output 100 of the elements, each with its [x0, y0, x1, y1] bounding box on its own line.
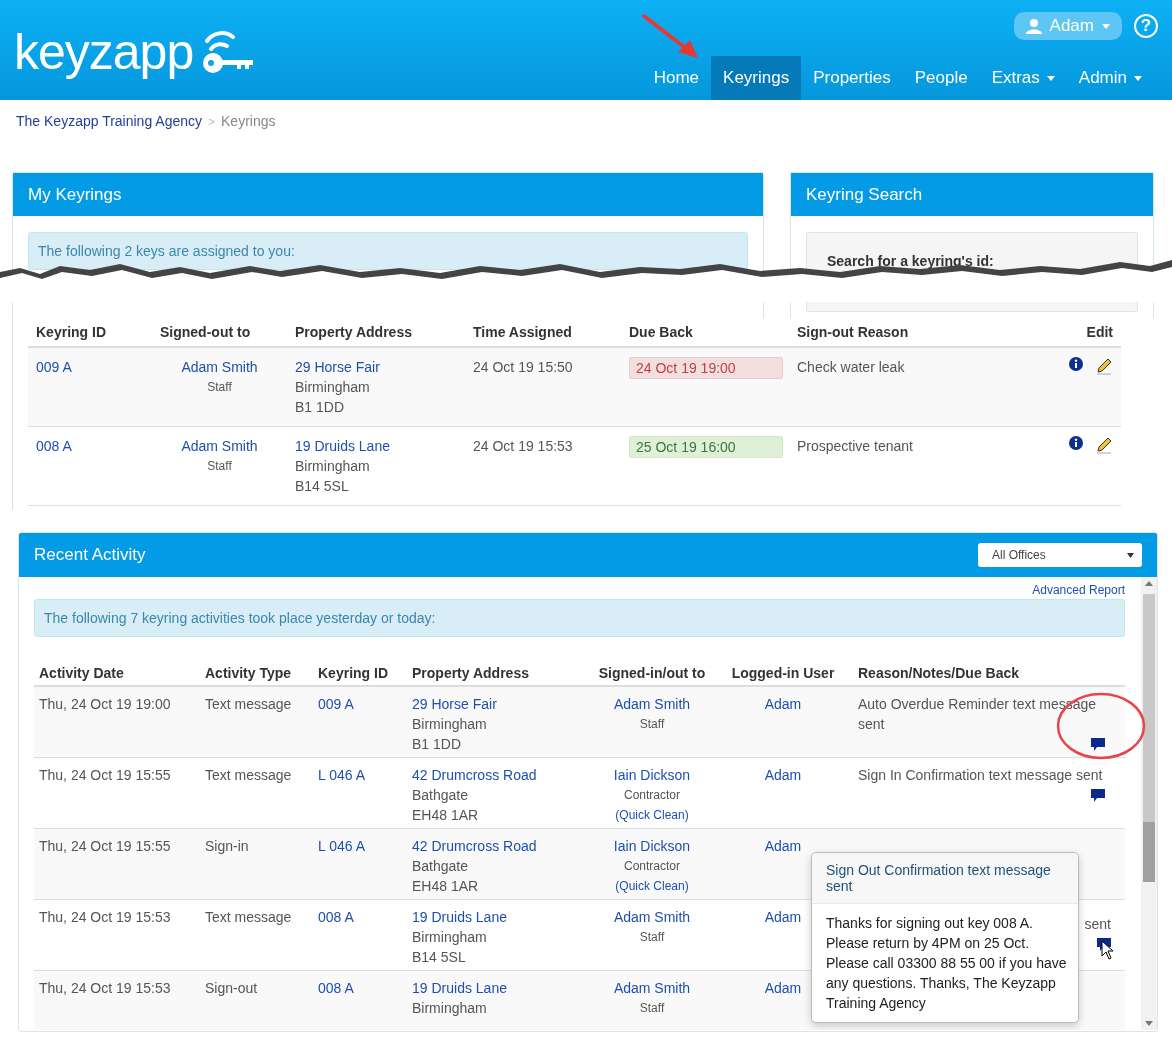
table-cell-text: Thu, 24 Oct 19 19:00	[39, 695, 172, 714]
person-role: Contractor	[624, 858, 680, 875]
company-link[interactable]: (Quick Clean)	[615, 805, 689, 825]
caret-icon	[1134, 75, 1142, 81]
cursor-icon	[1101, 940, 1115, 960]
panel-title: My Keyrings	[28, 184, 122, 205]
person-link[interactable]: Iain Dickson	[613, 765, 691, 785]
keyring-id-link[interactable]: 009 A	[36, 357, 144, 377]
scroll-down-icon[interactable]	[1145, 1021, 1153, 1026]
person-link[interactable]: Adam Smith	[613, 907, 691, 927]
address-line: Birmingham	[295, 378, 371, 397]
address-link[interactable]: 19 Druids Lane	[412, 978, 586, 998]
panel-title: Recent Activity	[34, 545, 146, 565]
person-role: Staff	[207, 458, 232, 475]
address-line: B1 1DD	[412, 735, 463, 754]
person-link[interactable]: Iain Dickson	[613, 836, 691, 856]
table-cell-text: 24 Oct 19 15:50	[473, 358, 574, 377]
address-link[interactable]: 29 Horse Fair	[412, 694, 586, 714]
popover-text: Thanks for signing out key 008 A. Please return by 4PM on 25 Oct. Please call 03300 88 55 00 if you have any questions. Thanks, The Keyzapp Training Agency	[825, 914, 1068, 1013]
user-link[interactable]: Adam	[764, 907, 802, 927]
person-role: Staff	[639, 929, 665, 946]
user-link[interactable]: Adam	[764, 694, 802, 714]
table-cell-text: Text message	[205, 695, 293, 714]
person-link[interactable]: Adam Smith	[181, 436, 258, 456]
table-cell-text: Prospective tenant	[797, 437, 914, 456]
column-header: Logged-in User	[730, 663, 836, 683]
address-line: Birmingham	[295, 457, 371, 476]
column-header: Time Assigned	[472, 323, 573, 342]
pencil-icon[interactable]	[1095, 436, 1113, 454]
table-cell-text: Check water leak	[797, 358, 906, 377]
table-cell-text: sent	[1084, 915, 1111, 934]
address-link[interactable]: 19 Druids Lane	[412, 907, 586, 927]
user-link[interactable]: Adam	[764, 978, 802, 998]
address-line: Bathgate	[412, 786, 470, 805]
person-role: Staff	[639, 1000, 665, 1017]
address-line: Birmingham	[412, 715, 488, 734]
user-icon	[1025, 18, 1042, 34]
speech-bubble-icon[interactable]	[1091, 789, 1105, 802]
address-line: Birmingham	[412, 928, 488, 947]
person-role: Staff	[639, 716, 665, 733]
keyring-id-link[interactable]: 008 A	[36, 436, 144, 456]
column-header: Keyring ID	[35, 323, 107, 342]
person-link[interactable]: Adam Smith	[613, 978, 691, 998]
address-line: B14 5SL	[412, 948, 467, 967]
table-cell-text: Thu, 24 Oct 19 15:53	[39, 908, 172, 927]
info-icon[interactable]	[1069, 357, 1083, 371]
table-cell-text: Thu, 24 Oct 19 15:55	[39, 766, 172, 785]
keyring-id-link[interactable]: 008 A	[318, 907, 402, 927]
keyring-id-link[interactable]: 008 A	[318, 978, 402, 998]
user-link[interactable]: Adam	[764, 765, 802, 785]
address-line: EH48 1AR	[412, 806, 480, 825]
column-header: Property Address	[294, 323, 413, 342]
table-cell-text: Text message	[205, 908, 293, 927]
address-link[interactable]: 29 Horse Fair	[295, 357, 457, 377]
person-link[interactable]: Adam Smith	[613, 694, 691, 714]
column-header: Keyring ID	[317, 663, 389, 683]
address-line: B1 1DD	[295, 398, 346, 417]
breadcrumb-link[interactable]: The Keyzapp Training Agency	[16, 113, 202, 129]
popover-title: Sign Out Confirmation text message sent	[812, 853, 1078, 904]
pencil-icon[interactable]	[1095, 357, 1113, 375]
column-header: Signed-out to	[159, 323, 252, 342]
address-line: Bathgate	[412, 857, 470, 876]
caret-icon	[1046, 75, 1055, 81]
address-link[interactable]: 42 Drumcross Road	[412, 836, 586, 856]
keyring-id-link[interactable]: L 046 A	[318, 765, 402, 785]
address-link[interactable]: 42 Drumcross Road	[412, 765, 586, 785]
scroll-up-icon[interactable]	[1145, 581, 1153, 586]
info-notice: The following 2 keys are assigned to you:	[28, 232, 748, 270]
address-line: EH48 1AR	[412, 877, 480, 896]
person-role: Contractor	[624, 787, 680, 804]
company-link[interactable]: (Quick Clean)	[615, 876, 689, 896]
office-select[interactable]: All Offices	[978, 543, 1142, 567]
search-label: Search for a keyring's id:	[827, 253, 994, 269]
table-cell-text: Sign In Confirmation text message sent	[858, 766, 1104, 785]
address-line: Birmingham	[412, 999, 488, 1018]
nav-tab[interactable]: Keyrings	[711, 56, 802, 100]
scroll-thumb[interactable]	[1143, 822, 1155, 882]
person-role: Staff	[207, 379, 232, 396]
caret-icon	[1102, 23, 1110, 29]
column-header: Activity Date	[38, 663, 125, 683]
column-header: Due Back	[628, 323, 694, 342]
table-cell-text: Text message	[205, 766, 293, 785]
info-icon[interactable]	[1069, 436, 1083, 450]
column-header: Sign-out Reason	[796, 323, 910, 342]
advanced-report-link[interactable]: Advanced Report	[1032, 583, 1125, 597]
address-line: B14 5SL	[295, 477, 350, 496]
column-header: Activity Type	[204, 663, 293, 683]
speech-bubble-icon[interactable]	[1091, 738, 1105, 751]
person-link[interactable]: Adam Smith	[181, 357, 258, 377]
column-header: Reason/Notes/Due Back	[857, 663, 1021, 683]
caret-icon	[1127, 552, 1134, 558]
address-link[interactable]: 19 Druids Lane	[295, 436, 457, 456]
breadcrumb-separator: >	[208, 115, 216, 129]
user-link[interactable]: Adam	[764, 836, 802, 856]
scrollbar[interactable]	[1141, 577, 1157, 1030]
keyring-id-link[interactable]: L 046 A	[318, 836, 402, 856]
table-cell-text: Thu, 24 Oct 19 15:53	[39, 979, 172, 998]
table-cell-text: 24 Oct 19 15:53	[473, 437, 574, 456]
keyring-id-link[interactable]: 009 A	[318, 694, 402, 714]
column-header: Property Address	[411, 663, 530, 683]
